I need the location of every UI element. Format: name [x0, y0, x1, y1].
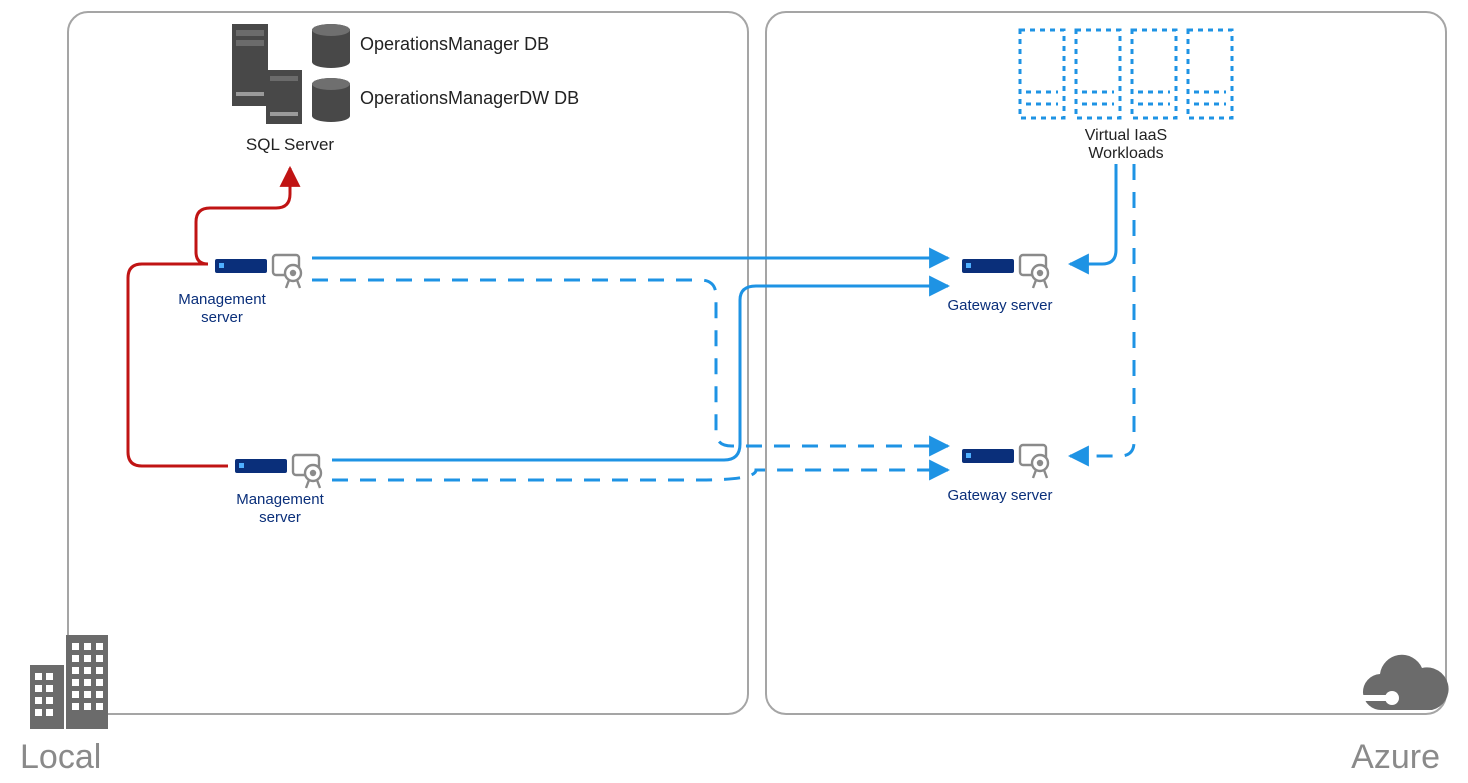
management-server-2	[235, 455, 321, 488]
mgmt-server-1-label-l1: Management	[178, 291, 266, 308]
iaas-label-l1: Virtual IaaS	[1085, 127, 1167, 144]
edge-mgmt2-gw2	[332, 470, 948, 480]
gateway-1-label: Gateway server	[947, 297, 1052, 314]
database-icon	[312, 24, 350, 68]
database-icon	[312, 78, 350, 122]
azure-zone	[766, 12, 1446, 714]
opsdw-db-label: OperationsManagerDW DB	[360, 88, 579, 108]
architecture-diagram: Local Azure	[0, 0, 1468, 783]
gateway-server-1	[962, 255, 1048, 288]
local-zone-label: Local	[20, 738, 101, 776]
mgmt-server-2-label-l1: Management	[236, 491, 324, 508]
edge-red-up	[196, 168, 290, 264]
edge-vms-gw2	[1070, 164, 1134, 456]
local-zone	[68, 12, 748, 714]
ops-db-label: OperationsManager DB	[360, 34, 549, 54]
sql-server-label: SQL Server	[246, 135, 335, 154]
mgmt-server-1-label-l2: server	[201, 309, 243, 326]
gateway-2-label: Gateway server	[947, 487, 1052, 504]
sql-server-node: OperationsManager DB OperationsManagerDW…	[232, 24, 579, 154]
datacenter-icon	[30, 635, 108, 729]
azure-zone-label: Azure	[1351, 738, 1440, 776]
edge-vms-gw1	[1070, 164, 1116, 264]
gateway-server-2	[962, 445, 1048, 478]
iaas-label-l2: Workloads	[1088, 145, 1163, 162]
management-server-1	[215, 255, 301, 288]
mgmt-server-2-label-l2: server	[259, 509, 301, 526]
iaas-vms: Virtual IaaS Workloads	[1020, 30, 1232, 162]
cloud-icon	[1350, 655, 1449, 710]
edge-mgmt2-gw1	[332, 286, 948, 460]
edge-mgmt1-gw2	[312, 280, 948, 446]
